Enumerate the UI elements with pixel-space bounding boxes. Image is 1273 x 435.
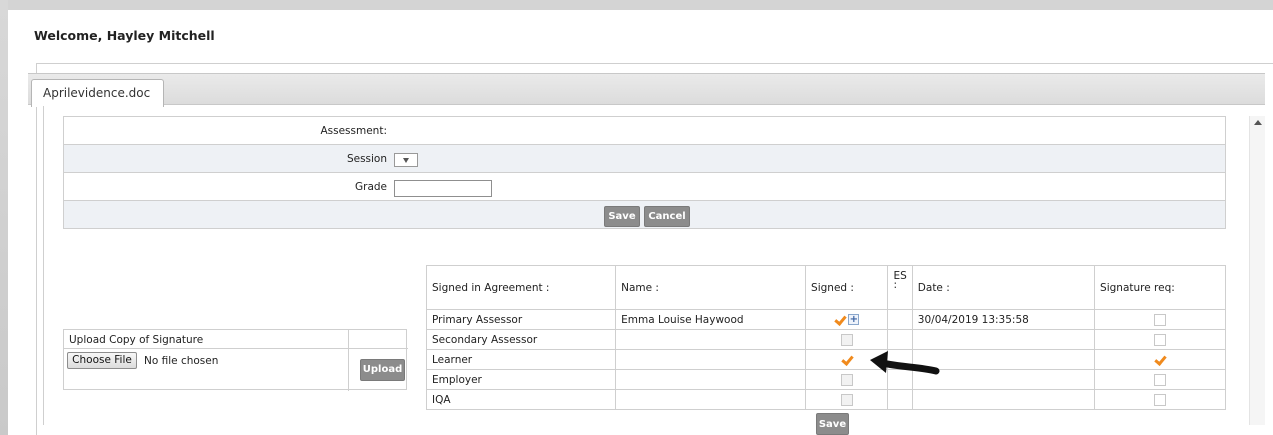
annotation-arrow-icon (870, 351, 940, 375)
chevron-down-icon (403, 158, 409, 163)
session-label: Session (346, 153, 387, 165)
table-row: IQA (425, 389, 1226, 410)
scroll-up-icon[interactable] (1254, 120, 1262, 125)
name-cell (615, 329, 807, 350)
assessment-row: Assessment: (64, 116, 1225, 144)
signature-req-checkbox[interactable] (1154, 333, 1167, 346)
header-es: ES : (887, 265, 913, 310)
tab-aprilevidence[interactable]: Aprilevidence.doc (31, 79, 164, 107)
role-cell: Employer (425, 369, 617, 390)
no-file-text: No file chosen (144, 355, 219, 367)
upload-body: Choose File No file chosen (64, 349, 349, 391)
header-signature-req: Signature req: (1094, 265, 1226, 310)
assessment-label: Assessment: (320, 125, 387, 137)
signature-req-cell (1094, 389, 1226, 410)
signed-cell: + (805, 309, 889, 330)
signature-req-cell (1094, 369, 1226, 390)
window-top-bar (0, 0, 1273, 10)
signatures-table: Signed in Agreement : Name : Signed : ES… (425, 265, 1226, 410)
signature-req-cell (1094, 349, 1226, 370)
signature-req-checkbox[interactable] (1154, 393, 1167, 406)
role-cell: Learner (425, 349, 617, 370)
grade-input[interactable] (394, 180, 492, 197)
signatures-header-row: Signed in Agreement : Name : Signed : ES… (425, 265, 1226, 310)
date-cell (911, 389, 1096, 410)
save-button[interactable]: Save (604, 206, 640, 227)
assessment-form: Assessment: Session Grade Save Cancel (63, 116, 1226, 229)
es-cell (887, 329, 913, 350)
plus-icon[interactable]: + (848, 314, 860, 325)
table-row: Learner (425, 349, 1226, 370)
signature-req-checkbox[interactable] (1154, 373, 1167, 386)
signature-req-checkbox[interactable] (1154, 313, 1167, 326)
name-cell (615, 389, 807, 410)
signed-checkbox[interactable] (840, 373, 853, 386)
session-select[interactable] (394, 153, 418, 167)
checkmark-icon[interactable] (1154, 354, 1166, 366)
grade-label: Grade (354, 181, 387, 193)
signature-req-cell (1094, 309, 1226, 330)
signature-req-cell (1094, 329, 1226, 350)
window-left-edge (0, 0, 8, 435)
table-row: Employer (425, 369, 1226, 390)
signatures-actions-row: Save (426, 413, 1226, 435)
upload-signature-box: Upload Copy of Signature Choose File No … (63, 329, 408, 391)
name-cell (615, 369, 807, 390)
form-actions-row: Save Cancel (64, 200, 1225, 228)
signatures-save-button[interactable]: Save (816, 413, 849, 435)
divider (36, 63, 1273, 64)
signed-cell (805, 389, 889, 410)
es-cell (887, 309, 913, 330)
welcome-message: Welcome, Hayley Mitchell (34, 28, 215, 43)
header-date: Date : (911, 265, 1096, 310)
divider (36, 63, 37, 435)
role-cell: Primary Assessor (425, 309, 617, 330)
vertical-scrollbar[interactable] (1249, 116, 1265, 425)
signed-cell (805, 329, 889, 350)
session-row: Session (64, 144, 1225, 172)
header-name: Name : (615, 265, 807, 310)
header-signed-in-agreement: Signed in Agreement : (425, 265, 617, 310)
role-cell: Secondary Assessor (425, 329, 617, 350)
header-signed: Signed : (805, 265, 889, 310)
table-row: Primary Assessor Emma Louise Haywood + 3… (425, 309, 1226, 330)
upload-button[interactable]: Upload (360, 359, 405, 381)
checkmark-icon[interactable] (834, 314, 846, 326)
name-cell (615, 349, 807, 370)
cancel-button[interactable]: Cancel (644, 206, 690, 227)
name-cell: Emma Louise Haywood (615, 309, 807, 330)
date-cell: 30/04/2019 13:35:58 (911, 309, 1096, 330)
role-cell: IQA (425, 389, 617, 410)
signed-checkbox[interactable] (840, 393, 853, 406)
upload-heading-cell (349, 330, 408, 349)
upload-heading: Upload Copy of Signature (64, 330, 349, 349)
checkmark-icon[interactable] (841, 354, 853, 366)
grade-row: Grade (64, 172, 1225, 200)
es-cell (887, 389, 913, 410)
choose-file-button[interactable]: Choose File (67, 352, 137, 369)
tab-strip: Aprilevidence.doc (28, 73, 1265, 107)
date-cell (911, 329, 1096, 350)
table-row: Secondary Assessor (425, 329, 1226, 350)
signed-checkbox[interactable] (840, 333, 853, 346)
